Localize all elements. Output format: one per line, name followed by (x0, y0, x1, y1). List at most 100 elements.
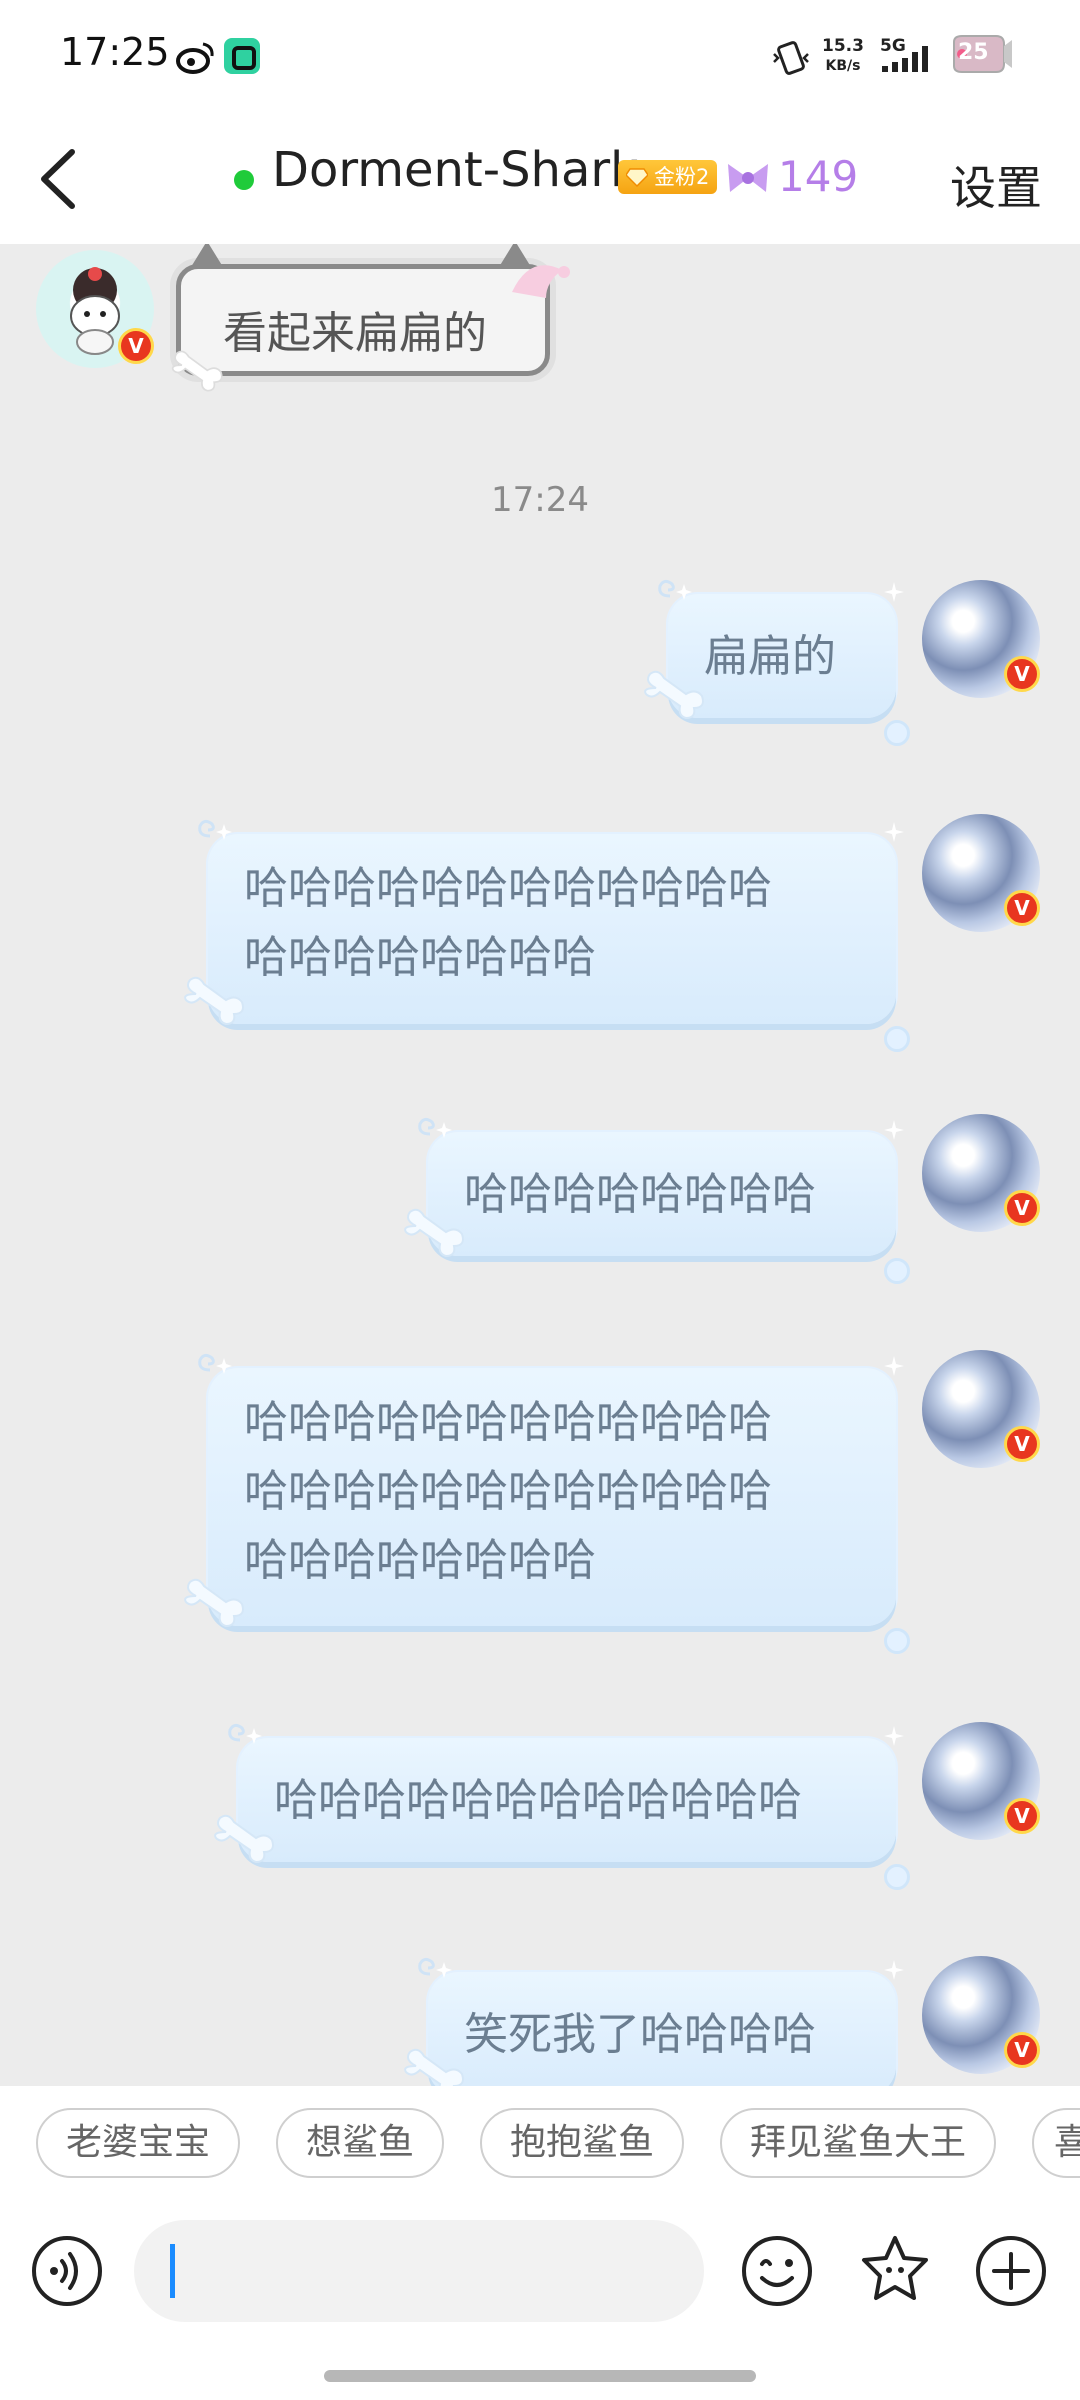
smile-icon (760, 2259, 772, 2266)
bubble-tail-dot (884, 720, 910, 746)
nightcap-icon (512, 265, 570, 298)
bow-icon (728, 164, 768, 192)
star-face-icon (862, 2236, 928, 2300)
cat-ear-left (191, 244, 223, 267)
outgoing-message-bubble[interactable]: 哈哈哈哈哈哈哈哈哈哈哈哈 (214, 1723, 910, 1890)
outgoing-message-text: 哈哈哈哈哈哈哈哈哈哈哈哈 哈哈哈哈哈哈哈哈哈哈哈哈 哈哈哈哈哈哈哈哈 (244, 1388, 772, 1595)
sparkle-swirl-icon (198, 1353, 232, 1374)
vip-badge: V (1004, 1190, 1040, 1226)
signal-indicator: 5G (880, 36, 938, 76)
bone-icon (404, 1208, 464, 1258)
message-list[interactable]: V 看起来扁扁的 17:24 扁扁的 V 哈哈哈哈哈哈哈哈哈哈哈哈 哈哈哈哈哈哈哈哈 V… (0, 244, 1080, 2086)
message-line: 哈哈哈哈哈哈哈哈 (244, 932, 596, 983)
message-line: 哈哈哈哈哈哈哈哈 (244, 1535, 596, 1586)
signal-bars-icon (882, 46, 928, 72)
message-line: 哈哈哈哈哈哈哈哈 (464, 1169, 816, 1220)
sparkle-swirl-icon (198, 819, 232, 840)
message-line: 哈哈哈哈哈哈哈哈哈哈哈哈 (244, 1466, 772, 1517)
message-line: 哈哈哈哈哈哈哈哈哈哈哈哈 (244, 863, 772, 914)
fan-level-badge: 金粉2 (618, 160, 718, 194)
vip-badge: V (1004, 890, 1040, 926)
message-line: 笑死我了哈哈哈哈 (464, 2009, 816, 2060)
quick-reply-chip[interactable]: 抱抱鲨鱼 (480, 2108, 684, 2178)
bubble-tail-dot (884, 1026, 910, 1052)
sticker-button[interactable] (858, 2232, 932, 2306)
message-line: 哈哈哈哈哈哈哈哈哈哈哈哈 (244, 1397, 772, 1448)
bone-icon (644, 670, 704, 720)
quick-reply-bar: 老婆宝宝 想鲨鱼 抱抱鲨鱼 拜见鲨鱼大王 喜 (0, 2086, 1080, 2202)
network-speed-unit: KB/s (825, 58, 861, 74)
app-notification-icon (224, 38, 260, 74)
incoming-message-text: 看起来扁扁的 (223, 308, 487, 359)
vibrate-icon (773, 41, 809, 75)
battery-indicator: 25 (948, 32, 1014, 76)
contact-name[interactable]: Dorment-Shark (272, 142, 638, 198)
text-cursor (170, 2244, 175, 2298)
bone-icon (184, 1578, 244, 1628)
message-line: 哈哈哈哈哈哈哈哈哈哈哈哈 (274, 1775, 802, 1826)
status-bar: 17:25 15.3 KB/s 5G 25 (0, 0, 1080, 112)
chevron-left-icon (41, 149, 75, 209)
bubble-tail-dot (884, 1628, 910, 1654)
quick-reply-chip[interactable]: 拜见鲨鱼大王 (720, 2108, 996, 2178)
bone-icon (184, 976, 244, 1026)
network-speed: 15.3 KB/s (822, 36, 864, 76)
bone-icon (404, 2048, 464, 2086)
outgoing-message-bubble[interactable]: 笑死我了哈哈哈哈 (404, 1957, 904, 2086)
bubble-tail-dot (884, 1864, 910, 1890)
message-input[interactable] (134, 2220, 704, 2322)
outgoing-message-bubble[interactable]: 哈哈哈哈哈哈哈哈哈哈哈哈 哈哈哈哈哈哈哈哈哈哈哈哈 哈哈哈哈哈哈哈哈 (184, 1353, 910, 1654)
quick-reply-chip[interactable]: 想鲨鱼 (276, 2108, 444, 2178)
message-input-bar (0, 2202, 1080, 2400)
sparkle-swirl-icon (418, 1957, 452, 1978)
emoji-button[interactable] (740, 2234, 814, 2308)
weibo-icon (176, 42, 214, 74)
outgoing-message-text: 哈哈哈哈哈哈哈哈哈哈哈哈 (274, 1766, 802, 1835)
bone-icon (214, 1814, 274, 1864)
outgoing-message-text: 笑死我了哈哈哈哈 (464, 2000, 816, 2069)
outgoing-message-bubble[interactable]: 哈哈哈哈哈哈哈哈哈哈哈哈 哈哈哈哈哈哈哈哈 (184, 819, 910, 1052)
chat-screen: 17:25 15.3 KB/s 5G 25 Dorment-Shark 金粉2 … (0, 0, 1080, 2400)
voice-icon (50, 2267, 58, 2275)
outgoing-message-text: 哈哈哈哈哈哈哈哈哈哈哈哈 哈哈哈哈哈哈哈哈 (244, 854, 772, 992)
sparkle-icon (884, 1356, 904, 1376)
chat-header: Dorment-Shark 金粉2 149 设置 (0, 112, 1080, 244)
sparkle-swirl-icon (228, 1723, 262, 1744)
outgoing-message-text: 扁扁的 (704, 622, 836, 691)
message-line: 扁扁的 (704, 631, 836, 682)
sparkle-swirl-icon (418, 1117, 452, 1138)
online-status-dot (234, 170, 254, 190)
time-divider: 17:24 (491, 480, 589, 520)
fan-badge-label: 金粉2 (654, 165, 710, 189)
voice-input-button[interactable] (30, 2234, 104, 2308)
friendship-count: 149 (778, 152, 859, 201)
sparkle-icon (884, 1120, 904, 1140)
battery-level: 25 (958, 40, 989, 65)
more-button[interactable] (974, 2234, 1048, 2308)
sparkle-icon (884, 1960, 904, 1980)
settings-button[interactable]: 设置 (950, 152, 1042, 218)
quick-reply-chip[interactable]: 老婆宝宝 (36, 2108, 240, 2178)
incoming-message-bubble[interactable]: 看起来扁扁的 (176, 244, 550, 376)
outgoing-message-text: 哈哈哈哈哈哈哈哈 (464, 1160, 816, 1229)
bone-icon (171, 350, 223, 392)
gem-icon (626, 168, 648, 187)
network-speed-value: 15.3 (822, 36, 864, 56)
sparkle-icon (884, 582, 904, 602)
bubble-tail-dot (884, 1258, 910, 1284)
vip-badge: V (1004, 2032, 1040, 2068)
sparkle-icon (884, 1726, 904, 1746)
outgoing-message-bubble[interactable]: 哈哈哈哈哈哈哈哈 (404, 1117, 910, 1284)
status-time: 17:25 (60, 30, 170, 74)
back-button[interactable] (30, 144, 90, 214)
quick-reply-chip[interactable]: 喜 (1032, 2108, 1080, 2178)
outgoing-message-bubble[interactable]: 扁扁的 (644, 579, 910, 746)
vip-badge: V (118, 328, 154, 364)
home-indicator[interactable] (324, 2370, 756, 2382)
vip-badge: V (1004, 656, 1040, 692)
sparkle-icon (884, 822, 904, 842)
sparkle-swirl-icon (658, 579, 692, 600)
vip-badge: V (1004, 1798, 1040, 1834)
plus-icon (992, 2252, 1030, 2290)
vip-badge: V (1004, 1426, 1040, 1462)
